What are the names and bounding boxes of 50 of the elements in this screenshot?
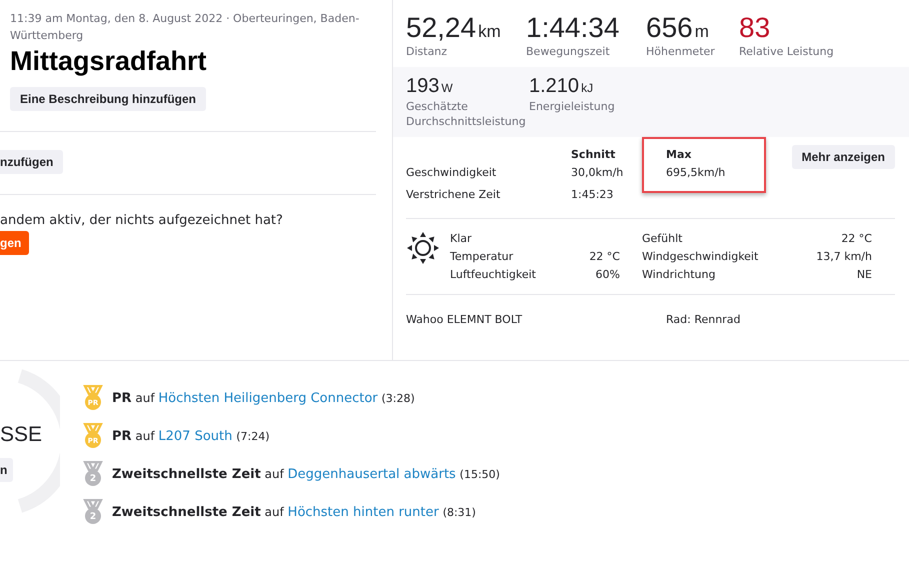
action-button[interactable]: gen <box>0 231 30 255</box>
question-text: andem aktiv, der nichts aufgezeichnet hat? <box>0 213 284 228</box>
bike-name: Rad: Rennrad <box>666 313 740 326</box>
achievement-text: PR auf Höchsten Heiligenberg Connector (3:28) <box>112 390 415 406</box>
weather-label: Windrichtung <box>642 267 716 282</box>
achievement-text: Zweitschnellste Zeit auf Höchsten hinten runter (8:31) <box>112 504 476 520</box>
row-label: Geschwindigkeit <box>406 165 498 181</box>
table-cell-text: 1:45:23 <box>571 187 614 203</box>
row-label: Verstrichene Zeit <box>406 187 502 203</box>
weather-value: 22 °C <box>589 249 620 264</box>
stat-value: 52,24 km <box>406 12 502 44</box>
segment-link[interactable]: L207 South <box>158 428 232 444</box>
stat-label: Geschätzte Durchschnittsleistung <box>406 99 527 129</box>
weather-label: Temperatur <box>450 249 514 264</box>
stat-label: Bewegungszeit <box>526 44 611 59</box>
panel-button[interactable]: n <box>0 458 14 482</box>
column-header: Max <box>666 147 692 162</box>
activity-title: Mittagsradfahrt <box>10 46 208 77</box>
stat-label: Relative Leistung <box>739 44 835 59</box>
panel-title: SSE <box>0 423 42 447</box>
segment-link[interactable]: Höchsten Heiligenberg Connector <box>158 390 378 406</box>
table-cell-text: 695,5km/h <box>666 165 726 181</box>
weather-value: 22 °C <box>840 231 872 246</box>
weather-label: Windgeschwindigkeit <box>642 249 760 264</box>
weather-value: 13,7 km/h <box>816 249 872 264</box>
add-button[interactable]: nzufügen <box>0 150 64 174</box>
weather-label: Klar <box>450 231 473 246</box>
sun-icon <box>406 231 440 265</box>
weather-value: 60% <box>594 267 620 282</box>
add-description-button[interactable]: Eine Beschreibung hinzufügen <box>10 87 206 111</box>
achievement-text: PR auf L207 South (7:24) <box>112 428 270 444</box>
column-header: Schnitt <box>571 147 616 162</box>
stat-label: Höhenmeter <box>646 44 716 59</box>
table-cell-text: 30,0km/h <box>571 165 624 181</box>
achievement-text: Zweitschnellste Zeit auf Deggenhausertal abwärts (15:50) <box>112 466 500 482</box>
weather-value: NE <box>856 267 872 282</box>
stat-label: Energieleistung <box>529 99 616 114</box>
stat-value: 656 m <box>646 12 710 44</box>
show-more-button[interactable]: Mehr anzeigen <box>792 145 895 169</box>
stat-label: Distanz <box>406 44 448 59</box>
device-name: Wahoo ELEMNT BOLT <box>406 313 524 326</box>
stat-value: 1.210 kJ <box>529 75 594 99</box>
stat-value: 83 <box>739 12 772 44</box>
segment-link[interactable]: Deggenhausertal abwärts <box>288 466 456 482</box>
weather-label: Gefühlt <box>642 231 684 246</box>
stat-value: 1:44:34 <box>526 12 620 44</box>
weather-label: Luftfeuchtigkeit <box>450 267 537 282</box>
stat-value: 193 W <box>406 75 454 99</box>
segment-link[interactable]: Höchsten hinten runter <box>288 504 439 520</box>
activity-timestamp: 11:39 am Montag, den 8. August 2022 · Oberteuringen, Baden-Württemberg <box>10 11 360 44</box>
